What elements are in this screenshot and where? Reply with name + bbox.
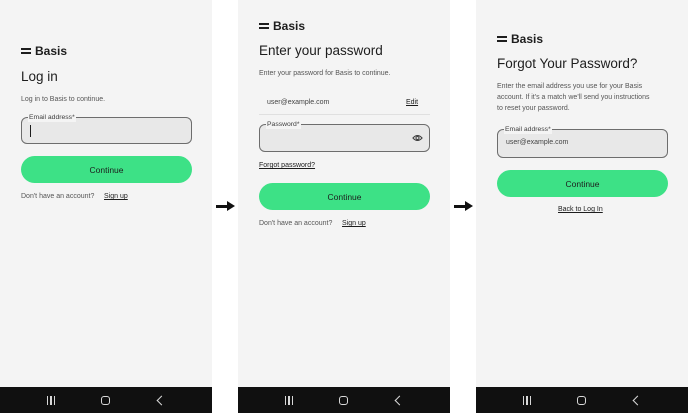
forgot-password-link[interactable]: Forgot password?	[259, 162, 315, 169]
sign-up-link[interactable]: Sign up	[342, 220, 366, 227]
page-subtitle-line-3: to reset your password.	[497, 105, 570, 112]
recents-icon[interactable]	[46, 395, 55, 405]
arrow-right-icon	[216, 201, 236, 211]
continue-button[interactable]: Continue	[259, 183, 430, 210]
edit-email-link[interactable]: Edit	[406, 99, 418, 106]
email-field[interactable]: Email address* user@example.com	[497, 125, 668, 158]
password-field[interactable]: Password*	[259, 120, 430, 152]
email-field-label: Email address*	[28, 113, 76, 122]
recents-icon[interactable]	[522, 395, 531, 405]
basis-logo: Basis	[259, 19, 305, 33]
email-value: user@example.com	[267, 99, 330, 106]
page-subtitle-line-1: Enter the email address you use for your…	[497, 83, 643, 90]
email-field-value: user@example.com	[506, 139, 569, 146]
page-subtitle: Log in to Basis to continue.	[21, 96, 106, 103]
email-summary-row: user@example.com Edit	[259, 93, 430, 115]
no-account-text: Don't have an account?	[259, 220, 333, 227]
arrow-right-icon	[454, 201, 474, 211]
home-icon[interactable]	[100, 395, 110, 405]
logo-text: Basis	[273, 19, 306, 33]
eye-icon[interactable]	[412, 133, 423, 143]
recents-icon[interactable]	[284, 395, 293, 405]
logo-mark-icon	[259, 22, 269, 30]
sign-up-link[interactable]: Sign up	[104, 193, 128, 200]
text-cursor	[30, 125, 32, 137]
system-nav-bar	[0, 387, 212, 413]
home-icon[interactable]	[338, 395, 348, 405]
system-nav-bar	[476, 387, 688, 413]
logo-mark-icon	[497, 35, 507, 43]
continue-button[interactable]: Continue	[21, 156, 192, 183]
basis-logo: Basis	[21, 44, 67, 58]
page-subtitle: Enter your password for Basis to continu…	[259, 70, 391, 77]
back-icon[interactable]	[632, 395, 643, 405]
page-title: Forgot Your Password?	[497, 56, 638, 71]
logo-text: Basis	[511, 32, 544, 46]
password-field-label: Password*	[266, 120, 301, 129]
no-account-text: Don't have an account?	[21, 193, 95, 200]
back-icon[interactable]	[394, 395, 405, 405]
email-field[interactable]: Email address*	[21, 113, 192, 144]
page-title: Enter your password	[259, 43, 383, 58]
page-title: Log in	[21, 69, 58, 84]
page-subtitle-line-2: account. If it's a match we'll send you …	[497, 94, 650, 101]
logo-text: Basis	[35, 44, 68, 58]
basis-logo: Basis	[497, 32, 543, 46]
back-icon[interactable]	[156, 395, 167, 405]
system-nav-bar	[238, 387, 450, 413]
forgot-password-screen: Basis Forgot Your Password? Enter the em…	[476, 0, 688, 413]
password-screen: Basis Enter your password Enter your pas…	[238, 0, 450, 413]
logo-mark-icon	[21, 47, 31, 55]
email-field-label: Email address*	[504, 125, 552, 134]
home-icon[interactable]	[576, 395, 586, 405]
login-screen: Basis Log in Log in to Basis to continue…	[0, 0, 212, 413]
back-to-login-link[interactable]: Back to Log In	[558, 206, 603, 213]
continue-button[interactable]: Continue	[497, 170, 668, 197]
